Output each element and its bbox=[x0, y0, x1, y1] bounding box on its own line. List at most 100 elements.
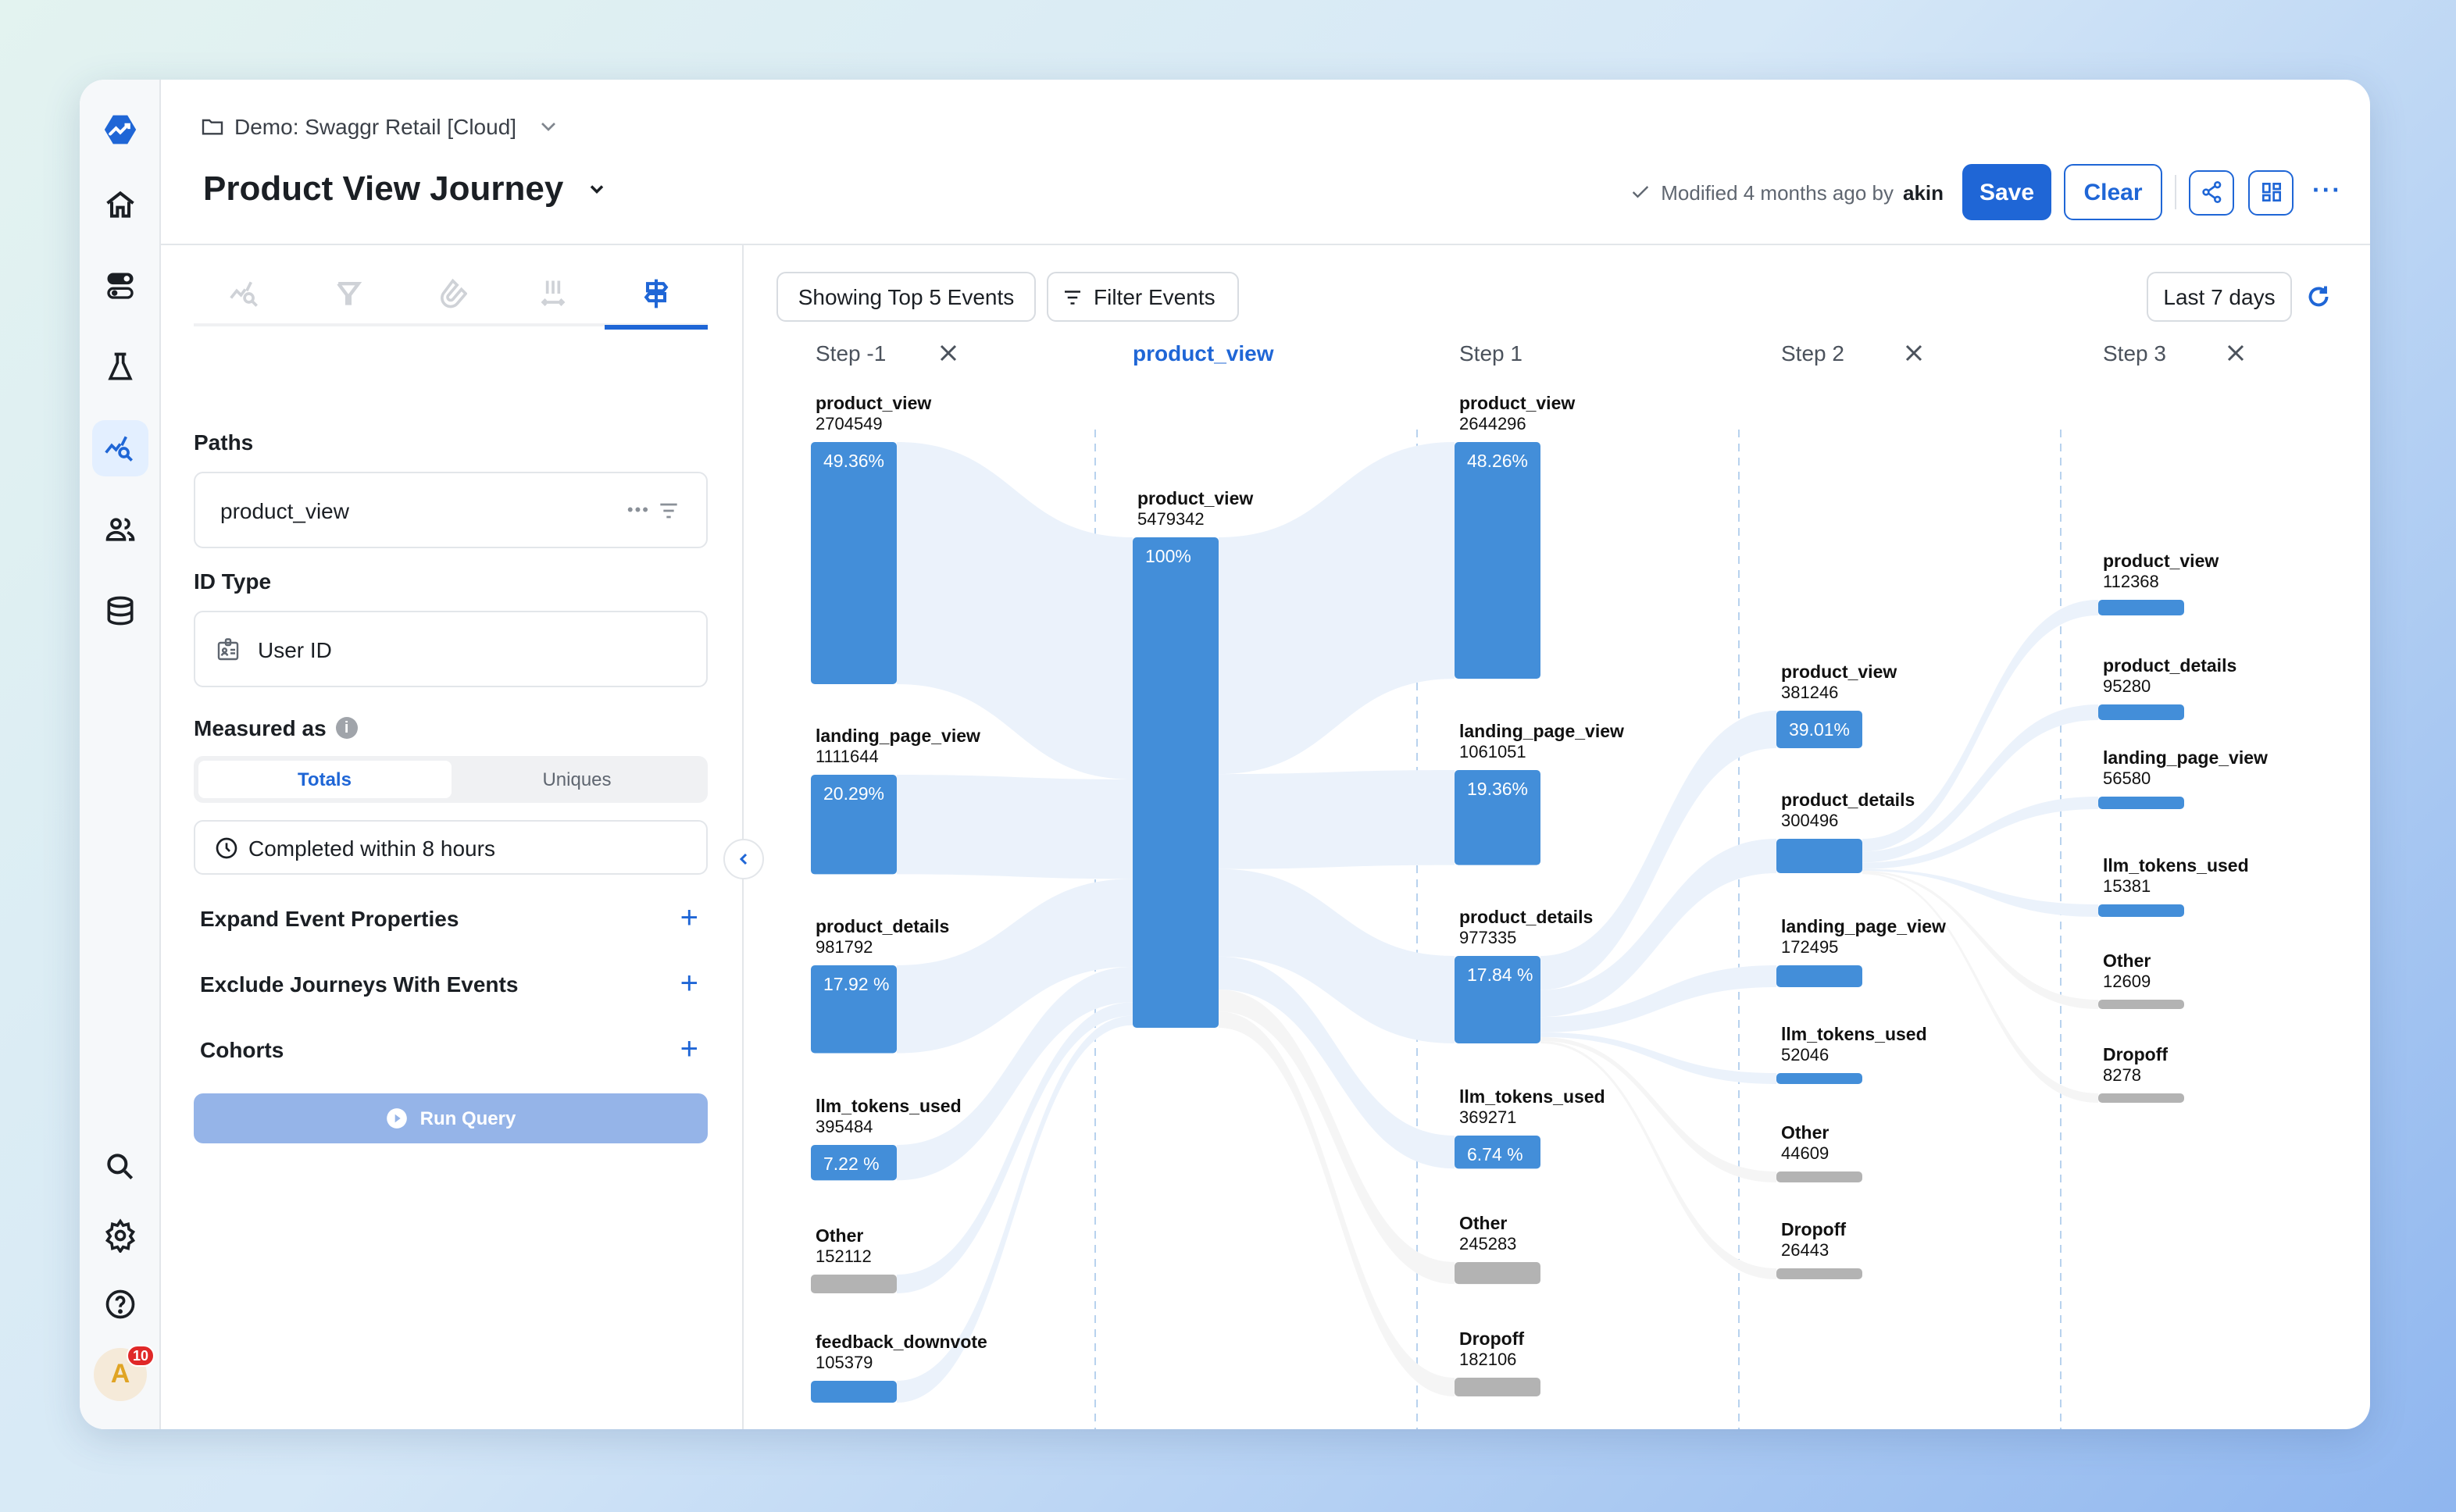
plus-icon[interactable]: + bbox=[680, 1034, 708, 1065]
node-bar[interactable] bbox=[1776, 1268, 1862, 1279]
path-node[interactable]: product_view381246 39.01% bbox=[1776, 662, 1897, 748]
node-label: product_view bbox=[1459, 393, 1575, 413]
home-icon[interactable] bbox=[92, 177, 148, 233]
node-bar[interactable] bbox=[2098, 797, 2184, 809]
info-icon[interactable]: i bbox=[335, 717, 358, 739]
node-label: llm_tokens_used bbox=[1781, 1024, 1927, 1044]
node-label: landing_page_view bbox=[816, 726, 980, 746]
node-bar[interactable] bbox=[1455, 1378, 1540, 1396]
node-bar[interactable] bbox=[2098, 600, 2184, 615]
node-label: Dropoff bbox=[2103, 1044, 2168, 1064]
app-window: A 10 Demo: Swaggr Retail [Cloud] Product… bbox=[80, 80, 2370, 1429]
close-icon[interactable] bbox=[2227, 344, 2244, 362]
node-bar[interactable] bbox=[1455, 1262, 1540, 1285]
section-label: Exclude Journeys With Events bbox=[200, 972, 519, 997]
path-node[interactable]: Other152112 bbox=[811, 1225, 897, 1293]
node-label: llm_tokens_used bbox=[2103, 855, 2249, 875]
path-node[interactable]: Other245283 bbox=[1455, 1213, 1540, 1285]
ellipsis-icon[interactable]: ••• bbox=[627, 501, 650, 519]
filter-icon[interactable] bbox=[656, 497, 681, 522]
tab-retention[interactable] bbox=[399, 261, 502, 326]
flask-icon[interactable] bbox=[92, 339, 148, 395]
flow-link bbox=[897, 879, 1133, 1054]
more-options-button[interactable]: ··· bbox=[2312, 178, 2342, 206]
clear-button[interactable]: Clear bbox=[2064, 164, 2163, 220]
expand-event-properties-row[interactable]: Expand Event Properties + bbox=[200, 903, 708, 934]
save-button[interactable]: Save bbox=[1962, 164, 2052, 220]
exclude-journeys-row[interactable]: Exclude Journeys With Events + bbox=[200, 968, 708, 1000]
paths-event-selector[interactable]: product_view ••• bbox=[194, 472, 708, 548]
tab-paths[interactable] bbox=[605, 261, 708, 330]
query-panel: Paths product_view ••• ID Type User ID M… bbox=[161, 245, 744, 1429]
page-title[interactable]: Product View Journey bbox=[203, 169, 607, 209]
path-node[interactable]: landing_page_view1061051 19.36% bbox=[1455, 721, 1624, 865]
node-bar[interactable] bbox=[1455, 442, 1540, 679]
close-icon[interactable] bbox=[940, 344, 957, 362]
id-type-selector[interactable]: User ID bbox=[194, 611, 708, 687]
database-icon[interactable] bbox=[92, 583, 148, 639]
node-bar[interactable] bbox=[2098, 904, 2184, 917]
cohorts-row[interactable]: Cohorts + bbox=[200, 1034, 708, 1065]
path-node[interactable]: product_details300496 bbox=[1776, 790, 1915, 873]
users-icon[interactable] bbox=[92, 501, 148, 558]
close-icon[interactable] bbox=[1905, 344, 1922, 362]
node-value: 172495 bbox=[1781, 937, 1838, 957]
share-button[interactable] bbox=[2189, 169, 2235, 215]
path-node[interactable]: landing_page_view172495 bbox=[1776, 916, 1946, 987]
search-icon[interactable] bbox=[92, 1139, 148, 1195]
tab-funnel[interactable] bbox=[297, 261, 400, 326]
page-header: Demo: Swaggr Retail [Cloud] Product View… bbox=[161, 80, 2370, 245]
node-bar[interactable] bbox=[1776, 1073, 1862, 1084]
plus-icon[interactable]: + bbox=[680, 903, 708, 934]
node-value: 8278 bbox=[2103, 1065, 2141, 1085]
node-bar[interactable] bbox=[1776, 839, 1862, 873]
node-bar[interactable] bbox=[2098, 1000, 2184, 1009]
path-node[interactable]: product_details95280 bbox=[2098, 655, 2236, 720]
play-icon bbox=[386, 1108, 407, 1129]
path-node[interactable]: product_view112368 bbox=[2098, 551, 2219, 615]
node-bar[interactable] bbox=[1133, 537, 1219, 1028]
node-value: 52046 bbox=[1781, 1045, 1829, 1064]
tab-insights[interactable] bbox=[194, 261, 297, 326]
page-title-text: Product View Journey bbox=[203, 169, 564, 208]
run-query-button[interactable]: Run Query bbox=[194, 1093, 708, 1143]
path-node[interactable]: Dropoff26443 bbox=[1776, 1219, 1862, 1279]
node-bar[interactable] bbox=[811, 1381, 897, 1403]
logo-icon[interactable] bbox=[92, 102, 148, 158]
node-bar[interactable] bbox=[1776, 965, 1862, 987]
path-node[interactable]: Dropoff8278 bbox=[2098, 1044, 2184, 1103]
step-header: product_view bbox=[1133, 341, 1274, 366]
paths-event-value: product_view bbox=[220, 497, 349, 522]
path-node[interactable]: llm_tokens_used52046 bbox=[1776, 1024, 1927, 1084]
node-percent: 100% bbox=[1145, 546, 1191, 566]
node-bar[interactable] bbox=[811, 442, 897, 684]
id-type-value: User ID bbox=[258, 637, 332, 662]
totals-option[interactable]: Totals bbox=[198, 761, 451, 798]
path-node[interactable]: product_view2644296 48.26% bbox=[1455, 393, 1575, 679]
node-label: landing_page_view bbox=[1781, 916, 1946, 936]
node-bar[interactable] bbox=[2098, 1093, 2184, 1103]
dashboard-button[interactable] bbox=[2248, 169, 2294, 215]
collapse-panel-button[interactable] bbox=[723, 839, 764, 879]
node-bar[interactable] bbox=[2098, 704, 2184, 720]
toggle-icon[interactable] bbox=[92, 258, 148, 314]
plus-icon[interactable]: + bbox=[680, 968, 708, 1000]
path-node[interactable]: llm_tokens_used369271 6.74 % bbox=[1455, 1086, 1605, 1169]
path-node[interactable]: llm_tokens_used15381 bbox=[2098, 855, 2249, 917]
analytics-search-icon[interactable] bbox=[92, 420, 148, 476]
node-bar[interactable] bbox=[811, 1275, 897, 1293]
path-node[interactable]: Other12609 bbox=[2098, 950, 2184, 1009]
path-node[interactable]: Dropoff182106 bbox=[1455, 1328, 1540, 1396]
help-icon[interactable] bbox=[92, 1276, 148, 1332]
measured-as-row: Measured as i bbox=[194, 715, 358, 740]
breadcrumb[interactable]: Demo: Swaggr Retail [Cloud] bbox=[200, 114, 560, 139]
gear-icon[interactable] bbox=[92, 1207, 148, 1264]
screen: A 10 Demo: Swaggr Retail [Cloud] Product… bbox=[0, 0, 2456, 1512]
path-node[interactable]: landing_page_view56580 bbox=[2098, 747, 2268, 809]
tab-distribution[interactable] bbox=[502, 261, 605, 326]
conversion-window-selector[interactable]: Completed within 8 hours bbox=[194, 820, 708, 875]
node-value: 26443 bbox=[1781, 1240, 1829, 1260]
node-bar[interactable] bbox=[1776, 1171, 1862, 1182]
uniques-option[interactable]: Uniques bbox=[451, 761, 703, 798]
path-node[interactable]: Other44609 bbox=[1776, 1122, 1862, 1182]
